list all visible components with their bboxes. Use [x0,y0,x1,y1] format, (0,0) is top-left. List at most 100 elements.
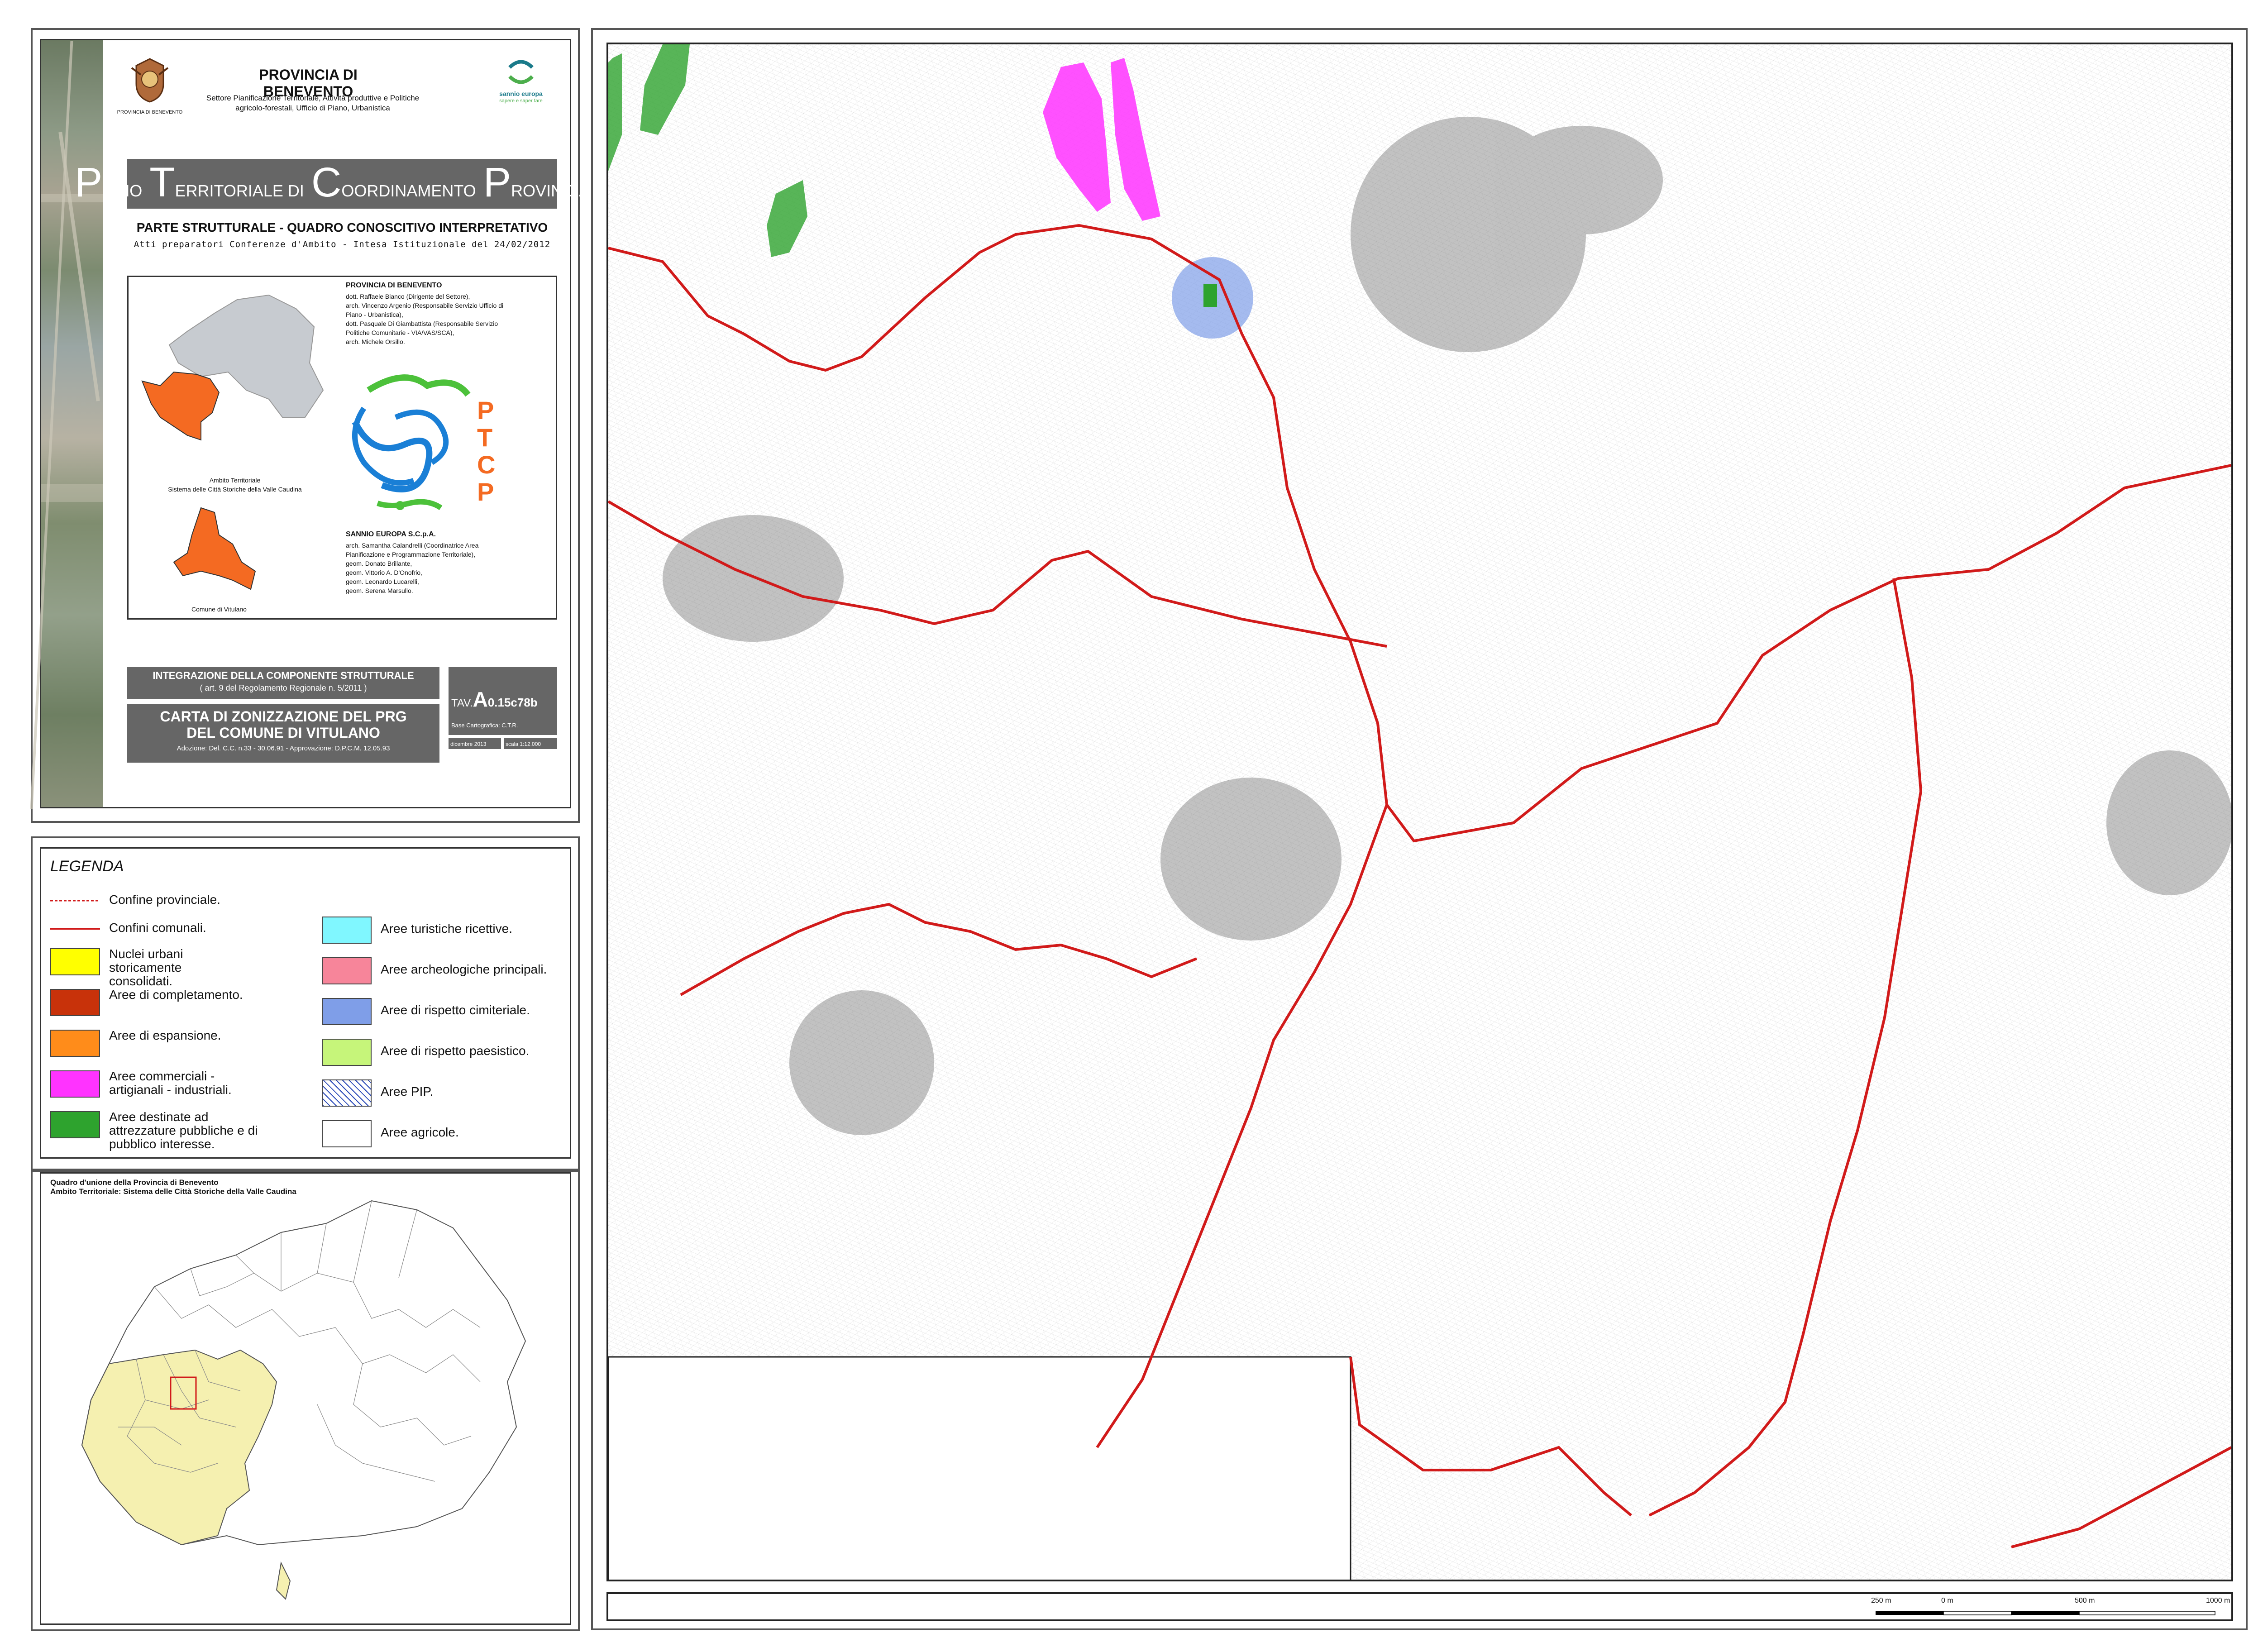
scale-bar-box: 250 m 0 m 500 m 1000 m [606,1592,2233,1621]
org2-line-5: geom. Leonardo Lucarelli, [346,578,419,585]
swatch-turistiche [322,917,372,944]
zone-attrezzature-cemetery [1203,284,1217,307]
plan-word-2: ERRITORIALE DI [175,181,304,200]
org1-line-3: Piano - Urbanistica), [346,311,403,318]
partner-tagline: sapere e saper fare [499,98,543,104]
swatch-espansione [50,1030,100,1057]
zone-commerciali-1 [1043,62,1111,212]
plan-word-1: IANO [102,181,143,200]
org2-line-1: arch. Samantha Calandrelli (Coordinatric… [346,542,479,549]
orthophoto-strip [30,40,103,809]
tav-code-rest: 0.15c78b [487,696,538,709]
legend-label-turistiche: Aree turistiche ricettive. [381,921,512,936]
org2-line-4: geom. Vittorio A. D'Onofrio, [346,569,422,576]
legend-label-confini-comunali: Confini comunali. [109,921,206,935]
tav-code-big: A [473,688,488,711]
tav-date: dicembre 2013 [449,738,501,749]
swatch-commerciali [50,1070,100,1098]
main-map-panel: 250 m 0 m 500 m 1000 m [591,28,2248,1630]
zone-attrezzature-2 [767,180,807,257]
adoption-note: Adozione: Del. C.C. n.33 - 30.06.91 - Ap… [177,745,390,752]
province-crest-logo [131,58,169,103]
province-silhouette-map [141,294,324,441]
province-overview-map [81,1200,526,1600]
inset-box: Quadro d'unione della Provincia di Benev… [40,1172,571,1625]
inset-panel: Quadro d'unione della Provincia di Benev… [31,1170,580,1631]
legend-label-completamento: Aree di completamento. [109,988,243,1002]
zoning-map-drawing [608,44,2231,1580]
legend-title: LEGENDA [50,858,124,875]
title-block-inner: PROVINCIA DI BENEVENTO PROVINCIA DI BENE… [30,39,610,809]
sannio-europa-logo [508,60,534,84]
tav-base: Base Cartografica: C.T.R. [451,722,518,729]
integration-line-1: INTEGRAZIONE DELLA COMPONENTE STRUTTURAL… [153,670,414,681]
org1-line-1: dott. Raffaele Bianco (Dirigente del Set… [346,293,470,300]
scale-label-250: 250 m [1871,1597,1891,1604]
map-title-banner: CARTA DI ZONIZZAZIONE DEL PRG DEL COMUNE… [127,704,439,763]
legend-label-commerciali: Aree commerciali - artigianali - industr… [109,1069,232,1097]
legend-label-agricole: Aree agricole. [381,1125,459,1139]
legend-label-cimiteriale: Aree di rispetto cimiteriale. [381,1003,530,1017]
subtitle: Atti preparatori Conferenze d'Ambito - I… [134,239,551,249]
plan-title-banner: P IANO T ERRITORIALE DI C OORDINAMENTO P ROV… [75,159,610,209]
tav-prefix: TAV. [451,697,473,709]
org1-line-4: dott. Pasquale Di Giambattista (Responsa… [346,320,498,327]
integration-banner: INTEGRAZIONE DELLA COMPONENTE STRUTTURAL… [127,667,439,699]
ptcp-letter-p1: P [477,396,494,425]
ptcp-letter-c: C [477,450,496,479]
ptcp-letter-p2: P [477,477,494,506]
swatch-cimiteriale [322,998,372,1025]
tav-scale: scala 1:12.000 [504,738,557,749]
sector-line-1: Settore Pianificazione Territoriale, Att… [206,94,420,102]
org2-line-6: geom. Serena Marsullo. [346,587,413,594]
scale-label-0: 0 m [1941,1597,1953,1604]
legend-label-confine-provinciale: Confine provinciale. [109,893,220,907]
legend-label-espansione: Aree di espansione. [109,1028,221,1042]
ambito-caption-2: Sistema delle Città Storiche della Valle… [168,486,302,493]
plan-initial-4: P [483,159,511,205]
legend-label-attrezzature: Aree destinate ad attrezzature pubbliche… [109,1110,258,1151]
org2-line-3: geom. Donato Brillante, [346,560,412,567]
plan-initial-1: P [74,159,103,205]
zone-attrezzature-3 [608,53,622,171]
credits-org-1: PROVINCIA DI BENEVENTO [346,282,442,289]
swatch-paesistico [322,1039,372,1066]
map-title-line-2: DEL COMUNE DI VITULANO [186,725,380,741]
provincial-boundary-symbol [50,900,100,902]
title-block: PROVINCIA DI BENEVENTO PROVINCIA DI BENE… [30,28,610,823]
legend-label-nuclei: Nuclei urbani storicamente consolidati. [109,947,183,988]
scale-label-500: 500 m [2075,1597,2095,1604]
org1-line-5: Politiche Comunitarie - VIA/VAS/SCA), [346,329,454,336]
partner-logo-text: sannio europa [499,90,543,97]
crest-caption: PROVINCIA DI BENEVENTO [117,110,183,115]
sector-line-2: agricolo-forestali, Ufficio di Piano, Ur… [235,104,390,112]
legend-label-pip: Aree PIP. [381,1084,434,1098]
zoning-map[interactable] [606,43,2233,1581]
org1-line-2: arch. Vincenzo Argenio (Responsabile Ser… [346,302,504,309]
legend-panel: LEGENDA Confine provinciale. Confini com… [31,836,580,1170]
municipal-boundaries [608,224,2231,1548]
tav-box: TAV.A0.15c78b Base Cartografica: C.T.R. [449,667,557,735]
plan-initial-2: T [149,159,175,205]
scale-bar [1876,1611,2215,1615]
credits-box: Ambito Territoriale Sistema delle Città … [127,276,557,620]
map-title-line-1: CARTA DI ZONIZZAZIONE DEL PRG [160,708,407,725]
swatch-nuclei [50,948,100,975]
built-up-areas [663,117,2231,1135]
inset-title-1: Quadro d'unione della Provincia di Benev… [50,1178,219,1187]
credits-org-2: SANNIO EUROPA S.C.p.A. [346,530,436,538]
ptcp-letter-t: T [477,423,493,452]
legend-label-paesistico: Aree di rispetto paesistico. [381,1044,530,1058]
legend-box: LEGENDA Confine provinciale. Confini com… [40,847,571,1159]
org1-line-6: arch. Michele Orsillo. [346,338,405,345]
plan-initial-3: C [311,159,342,205]
integration-line-2: ( art. 9 del Regolamento Regionale n. 5/… [200,683,367,692]
zone-commerciali-2 [1111,58,1160,221]
swatch-archeologiche [322,957,372,984]
ptcp-logo [352,374,471,511]
swatch-attrezzature [50,1111,100,1138]
zone-attrezzature-1 [640,44,690,135]
org2-line-2: Pianificazione e Programmazione Territor… [346,551,476,558]
ambito-caption-1: Ambito Territoriale [209,477,261,484]
uncovered-area [608,1356,1351,1580]
